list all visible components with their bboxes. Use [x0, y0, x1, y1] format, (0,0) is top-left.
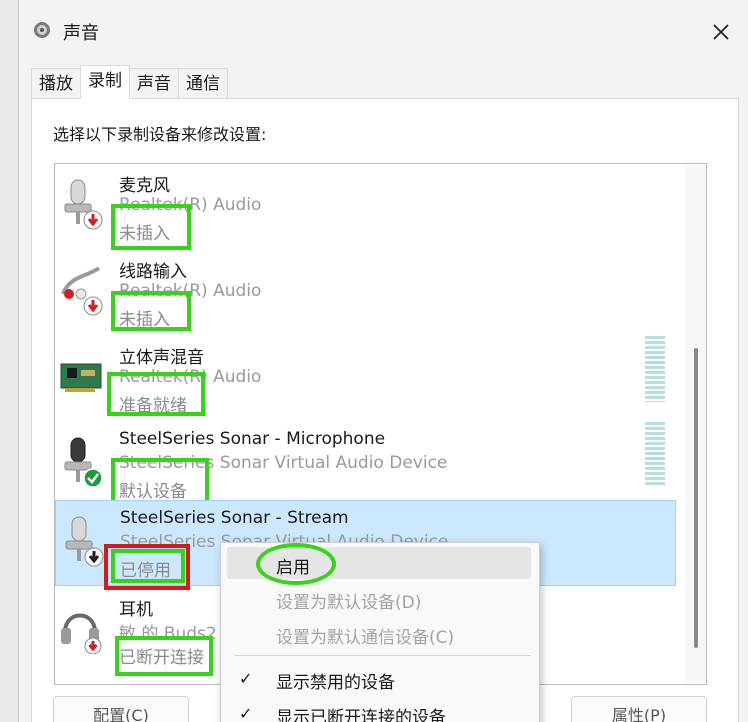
green-highlight-box — [107, 372, 205, 416]
tab-recording[interactable]: 录制 — [80, 65, 130, 99]
menu-item-show-disabled[interactable]: 显示禁用的设备 — [276, 668, 395, 693]
instruction-text: 选择以下录制设备来修改设置: — [53, 125, 267, 144]
microphone-icon — [64, 437, 103, 488]
line-in-cable-icon — [61, 266, 103, 316]
device-name: SteelSeries Sonar - Microphone — [119, 429, 386, 449]
device-item-line-in[interactable]: 线路输入 Realtek(R) Audio 未插入 — [55, 250, 685, 336]
microphone-icon — [64, 179, 103, 230]
tab-communications[interactable]: 通信 — [178, 68, 228, 99]
green-highlight-box — [111, 291, 191, 331]
device-list-scrollbar[interactable] — [686, 164, 706, 684]
menu-separator — [235, 655, 531, 656]
context-menu: 启用 设置为默认设备(D) 设置为默认通信设备(C) ✓ 显示禁用的设备 ✓ 显… — [220, 542, 540, 722]
device-item-stereo-mix[interactable]: 立体声混音 Realtek(R) Audio 准备就绪 — [55, 336, 685, 422]
device-name: 立体声混音 — [119, 348, 204, 368]
device-item-sonar-microphone[interactable]: SteelSeries Sonar - Microphone SteelSeri… — [55, 422, 685, 508]
menu-item-show-disconnected[interactable]: 显示已断开连接的设备 — [276, 703, 446, 722]
tab-sounds[interactable]: 声音 — [129, 68, 179, 99]
title-bar: 声音 — [19, 0, 748, 64]
green-highlight-box — [111, 458, 209, 504]
menu-item-set-default-comm[interactable]: 设置为默认通信设备(C) — [276, 623, 454, 648]
device-name: 线路输入 — [119, 262, 187, 282]
check-icon: ✓ — [239, 704, 253, 722]
headset-icon — [61, 613, 102, 654]
scrollbar-thumb[interactable] — [694, 348, 698, 648]
configure-button[interactable]: 配置(C) — [53, 696, 189, 722]
microphone-icon — [65, 516, 104, 567]
device-item-microphone[interactable]: 麦克风 Realtek(R) Audio 未插入 — [55, 164, 685, 250]
close-icon — [713, 24, 729, 40]
tab-strip: 播放 录制 声音 通信 — [31, 65, 228, 99]
window-title: 声音 — [63, 23, 99, 44]
device-name: SteelSeries Sonar - Stream — [120, 508, 349, 528]
sound-dialog: 声音 播放 录制 声音 通信 选择以下录制设备来修改设置: 麦克风 Realte… — [18, 0, 748, 722]
speaker-icon — [34, 22, 50, 38]
menu-item-set-default[interactable]: 设置为默认设备(D) — [276, 588, 421, 613]
level-meter — [645, 422, 665, 486]
properties-button[interactable]: 属性(P) — [571, 696, 707, 722]
sound-card-icon — [60, 363, 102, 392]
close-button[interactable] — [693, 10, 748, 54]
tab-playback[interactable]: 播放 — [31, 68, 81, 99]
device-name: 麦克风 — [119, 176, 170, 196]
green-highlight-box — [111, 204, 191, 250]
check-icon: ✓ — [239, 669, 253, 688]
green-highlight-box — [115, 636, 213, 676]
level-meter — [645, 336, 665, 402]
device-name: 耳机 — [119, 600, 153, 620]
green-highlight-box — [111, 549, 185, 583]
menu-item-enable[interactable]: 启用 — [276, 553, 310, 578]
